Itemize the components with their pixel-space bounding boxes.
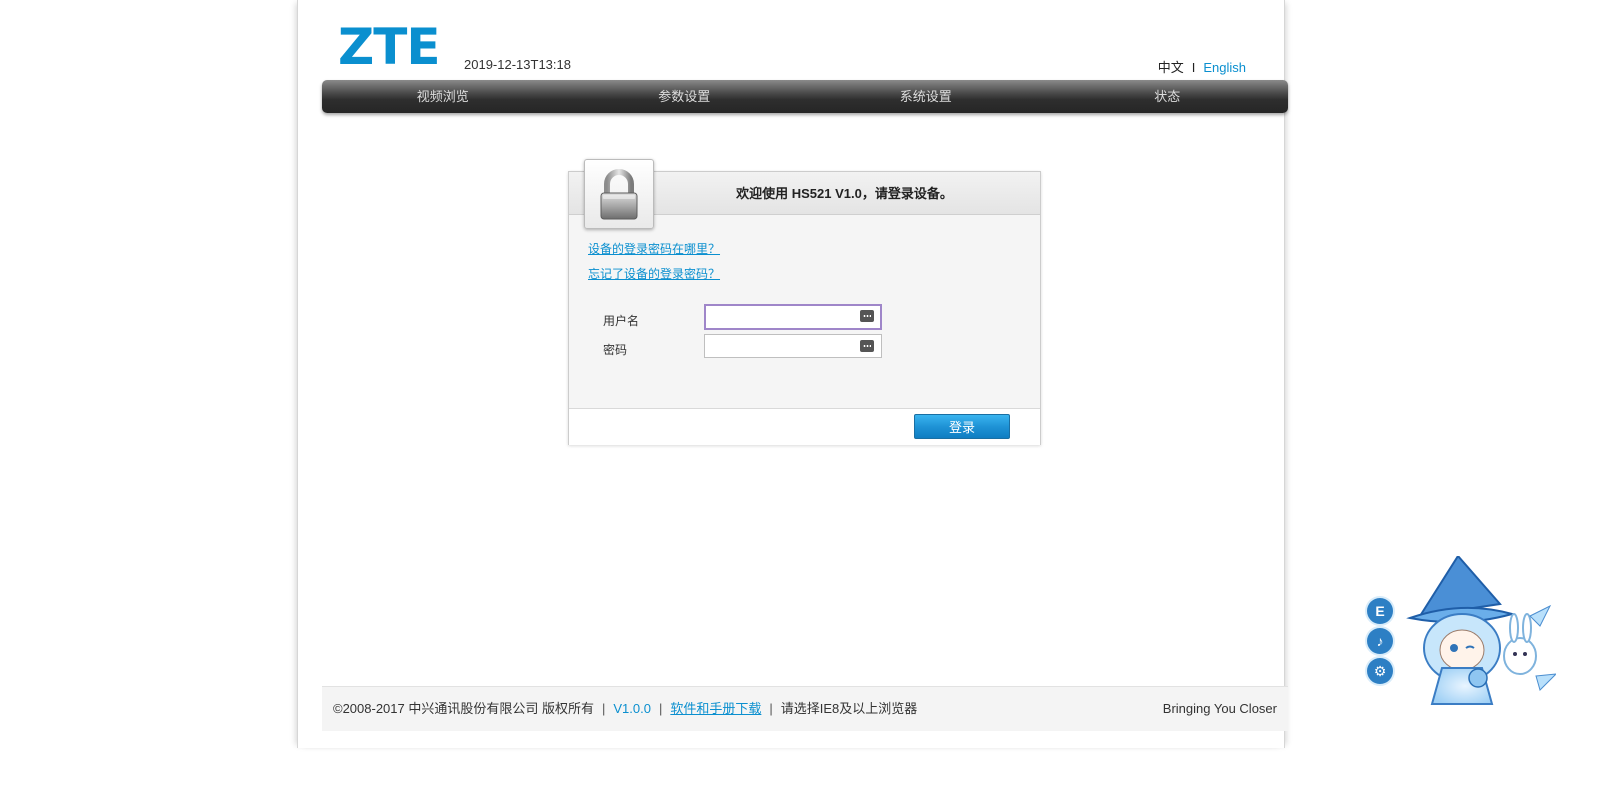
password-input[interactable] [704, 334, 882, 358]
music-icon[interactable]: ♪ [1367, 628, 1393, 654]
main-nav: 视频浏览 参数设置 系统设置 状态 [322, 80, 1288, 113]
password-keyboard-icon[interactable] [860, 340, 874, 352]
login-button[interactable]: 登录 [914, 414, 1010, 439]
username-keyboard-icon[interactable] [860, 310, 874, 322]
lang-en-link[interactable]: English [1203, 60, 1246, 75]
footer-left: ©2008-2017 中兴通讯股份有限公司 版权所有 | V1.0.0 | 软件和手册下… [333, 687, 917, 731]
mascot-illustration[interactable] [1380, 554, 1558, 716]
login-footer: 登录 [569, 408, 1040, 445]
version-text: V1.0.0 [613, 701, 651, 716]
footer-divider: | [601, 701, 606, 716]
datetime-display: 2019-12-13T13:18 [464, 57, 571, 72]
lock-icon [584, 159, 654, 229]
forgot-password-link[interactable]: 忘记了设备的登录密码？ [588, 265, 720, 282]
browser-note: 请选择IE8及以上浏览器 [780, 701, 918, 716]
mascot-widget: E ♪ ⚙ [1367, 554, 1558, 716]
page-footer: ©2008-2017 中兴通讯股份有限公司 版权所有 | V1.0.0 | 软件和手册下… [322, 686, 1288, 731]
mascot-e-button[interactable]: E [1367, 598, 1393, 624]
language-switcher: 中文 I English [1158, 57, 1246, 76]
copyright-text: ©2008-2017 中兴通讯股份有限公司 版权所有 [333, 701, 594, 716]
lang-separator: I [1191, 60, 1196, 75]
nav-item-status[interactable]: 状态 [1047, 80, 1289, 113]
where-password-link[interactable]: 设备的登录密码在哪里？ [588, 240, 720, 257]
download-link[interactable]: 软件和手册下载 [670, 701, 761, 716]
footer-divider: | [658, 701, 663, 716]
password-label: 密码 [603, 343, 628, 357]
nav-item-video[interactable]: 视频浏览 [322, 80, 564, 113]
lang-zh-link[interactable]: 中文 [1158, 60, 1184, 75]
settings-gear-icon[interactable]: ⚙ [1367, 658, 1393, 684]
username-input[interactable] [704, 304, 882, 330]
zte-logo: ZTE [338, 18, 441, 76]
login-panel: 欢迎使用 HS521 V1.0，请登录设备。 设备的登录密码在哪里？ 忘记了设备… [568, 159, 1041, 445]
slogan-text: Bringing You Closer [1162, 701, 1277, 716]
footer-divider: | [769, 701, 773, 716]
nav-item-params[interactable]: 参数设置 [564, 80, 806, 113]
main-container: ZTE 2019-12-13T13:18 中文 I English 视频浏览 参数设… [297, 0, 1288, 748]
nav-item-system[interactable]: 系统设置 [805, 80, 1047, 113]
page: ZTE 2019-12-13T13:18 中文 I English 视频浏览 参数设… [0, 0, 1600, 795]
username-label: 用户名 [603, 314, 640, 328]
